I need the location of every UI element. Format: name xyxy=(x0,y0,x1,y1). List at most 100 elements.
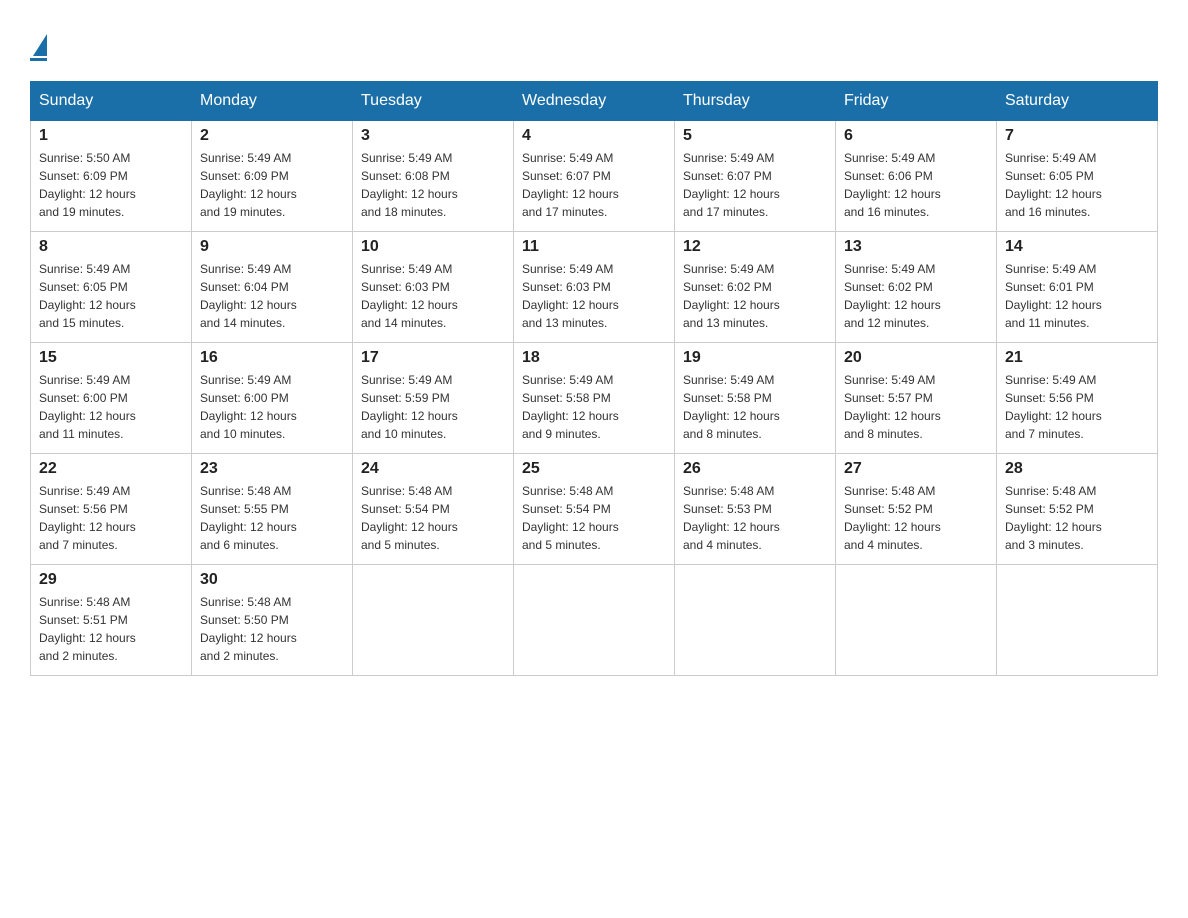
calendar-day-cell: 28 Sunrise: 5:48 AM Sunset: 5:52 PM Dayl… xyxy=(997,454,1158,565)
day-info: Sunrise: 5:49 AM Sunset: 6:07 PM Dayligh… xyxy=(522,149,666,221)
calendar-week-row: 29 Sunrise: 5:48 AM Sunset: 5:51 PM Dayl… xyxy=(31,565,1158,676)
logo-underline xyxy=(30,58,47,61)
calendar-day-cell: 10 Sunrise: 5:49 AM Sunset: 6:03 PM Dayl… xyxy=(353,232,514,343)
calendar-day-cell: 13 Sunrise: 5:49 AM Sunset: 6:02 PM Dayl… xyxy=(836,232,997,343)
logo-triangle-icon xyxy=(33,34,47,56)
weekday-header-sunday: Sunday xyxy=(31,82,192,121)
logo xyxy=(30,30,47,61)
day-info: Sunrise: 5:50 AM Sunset: 6:09 PM Dayligh… xyxy=(39,149,183,221)
calendar-day-cell: 29 Sunrise: 5:48 AM Sunset: 5:51 PM Dayl… xyxy=(31,565,192,676)
calendar-day-cell: 4 Sunrise: 5:49 AM Sunset: 6:07 PM Dayli… xyxy=(514,121,675,232)
calendar-day-cell: 25 Sunrise: 5:48 AM Sunset: 5:54 PM Dayl… xyxy=(514,454,675,565)
day-info: Sunrise: 5:49 AM Sunset: 6:05 PM Dayligh… xyxy=(39,260,183,332)
day-number: 2 xyxy=(200,127,344,145)
day-info: Sunrise: 5:49 AM Sunset: 6:09 PM Dayligh… xyxy=(200,149,344,221)
calendar-day-cell xyxy=(675,565,836,676)
weekday-header-saturday: Saturday xyxy=(997,82,1158,121)
day-info: Sunrise: 5:49 AM Sunset: 6:02 PM Dayligh… xyxy=(683,260,827,332)
calendar-day-cell: 20 Sunrise: 5:49 AM Sunset: 5:57 PM Dayl… xyxy=(836,343,997,454)
day-info: Sunrise: 5:49 AM Sunset: 6:06 PM Dayligh… xyxy=(844,149,988,221)
day-info: Sunrise: 5:49 AM Sunset: 5:56 PM Dayligh… xyxy=(1005,371,1149,443)
day-number: 16 xyxy=(200,349,344,367)
day-info: Sunrise: 5:49 AM Sunset: 6:00 PM Dayligh… xyxy=(39,371,183,443)
day-number: 14 xyxy=(1005,238,1149,256)
calendar-day-cell: 19 Sunrise: 5:49 AM Sunset: 5:58 PM Dayl… xyxy=(675,343,836,454)
day-number: 19 xyxy=(683,349,827,367)
day-info: Sunrise: 5:49 AM Sunset: 6:00 PM Dayligh… xyxy=(200,371,344,443)
calendar-day-cell: 9 Sunrise: 5:49 AM Sunset: 6:04 PM Dayli… xyxy=(192,232,353,343)
calendar-day-cell: 2 Sunrise: 5:49 AM Sunset: 6:09 PM Dayli… xyxy=(192,121,353,232)
day-number: 21 xyxy=(1005,349,1149,367)
day-number: 20 xyxy=(844,349,988,367)
day-info: Sunrise: 5:48 AM Sunset: 5:55 PM Dayligh… xyxy=(200,482,344,554)
calendar-day-cell: 12 Sunrise: 5:49 AM Sunset: 6:02 PM Dayl… xyxy=(675,232,836,343)
day-info: Sunrise: 5:48 AM Sunset: 5:54 PM Dayligh… xyxy=(361,482,505,554)
day-number: 28 xyxy=(1005,460,1149,478)
day-number: 3 xyxy=(361,127,505,145)
day-number: 8 xyxy=(39,238,183,256)
weekday-header-tuesday: Tuesday xyxy=(353,82,514,121)
weekday-header-friday: Friday xyxy=(836,82,997,121)
weekday-header-row: SundayMondayTuesdayWednesdayThursdayFrid… xyxy=(31,82,1158,121)
weekday-header-wednesday: Wednesday xyxy=(514,82,675,121)
day-info: Sunrise: 5:49 AM Sunset: 6:03 PM Dayligh… xyxy=(361,260,505,332)
day-info: Sunrise: 5:48 AM Sunset: 5:52 PM Dayligh… xyxy=(844,482,988,554)
day-number: 1 xyxy=(39,127,183,145)
calendar-day-cell: 15 Sunrise: 5:49 AM Sunset: 6:00 PM Dayl… xyxy=(31,343,192,454)
calendar-day-cell: 5 Sunrise: 5:49 AM Sunset: 6:07 PM Dayli… xyxy=(675,121,836,232)
calendar-week-row: 8 Sunrise: 5:49 AM Sunset: 6:05 PM Dayli… xyxy=(31,232,1158,343)
day-number: 6 xyxy=(844,127,988,145)
day-number: 24 xyxy=(361,460,505,478)
calendar-day-cell: 17 Sunrise: 5:49 AM Sunset: 5:59 PM Dayl… xyxy=(353,343,514,454)
calendar-day-cell: 11 Sunrise: 5:49 AM Sunset: 6:03 PM Dayl… xyxy=(514,232,675,343)
calendar-day-cell: 24 Sunrise: 5:48 AM Sunset: 5:54 PM Dayl… xyxy=(353,454,514,565)
day-info: Sunrise: 5:49 AM Sunset: 5:56 PM Dayligh… xyxy=(39,482,183,554)
day-info: Sunrise: 5:49 AM Sunset: 6:03 PM Dayligh… xyxy=(522,260,666,332)
calendar-day-cell: 21 Sunrise: 5:49 AM Sunset: 5:56 PM Dayl… xyxy=(997,343,1158,454)
calendar-day-cell: 7 Sunrise: 5:49 AM Sunset: 6:05 PM Dayli… xyxy=(997,121,1158,232)
day-number: 5 xyxy=(683,127,827,145)
calendar-day-cell: 3 Sunrise: 5:49 AM Sunset: 6:08 PM Dayli… xyxy=(353,121,514,232)
day-info: Sunrise: 5:49 AM Sunset: 6:07 PM Dayligh… xyxy=(683,149,827,221)
day-number: 9 xyxy=(200,238,344,256)
calendar-day-cell: 18 Sunrise: 5:49 AM Sunset: 5:58 PM Dayl… xyxy=(514,343,675,454)
day-number: 15 xyxy=(39,349,183,367)
calendar-day-cell xyxy=(836,565,997,676)
calendar-week-row: 22 Sunrise: 5:49 AM Sunset: 5:56 PM Dayl… xyxy=(31,454,1158,565)
calendar-day-cell: 22 Sunrise: 5:49 AM Sunset: 5:56 PM Dayl… xyxy=(31,454,192,565)
day-number: 4 xyxy=(522,127,666,145)
day-number: 11 xyxy=(522,238,666,256)
day-info: Sunrise: 5:49 AM Sunset: 6:01 PM Dayligh… xyxy=(1005,260,1149,332)
day-number: 10 xyxy=(361,238,505,256)
day-number: 29 xyxy=(39,571,183,589)
day-info: Sunrise: 5:48 AM Sunset: 5:50 PM Dayligh… xyxy=(200,593,344,665)
calendar-day-cell xyxy=(514,565,675,676)
day-info: Sunrise: 5:49 AM Sunset: 6:04 PM Dayligh… xyxy=(200,260,344,332)
calendar-day-cell: 16 Sunrise: 5:49 AM Sunset: 6:00 PM Dayl… xyxy=(192,343,353,454)
day-info: Sunrise: 5:49 AM Sunset: 5:58 PM Dayligh… xyxy=(683,371,827,443)
day-info: Sunrise: 5:49 AM Sunset: 5:58 PM Dayligh… xyxy=(522,371,666,443)
calendar-day-cell: 6 Sunrise: 5:49 AM Sunset: 6:06 PM Dayli… xyxy=(836,121,997,232)
day-number: 7 xyxy=(1005,127,1149,145)
day-number: 30 xyxy=(200,571,344,589)
day-info: Sunrise: 5:48 AM Sunset: 5:53 PM Dayligh… xyxy=(683,482,827,554)
day-info: Sunrise: 5:48 AM Sunset: 5:54 PM Dayligh… xyxy=(522,482,666,554)
day-number: 22 xyxy=(39,460,183,478)
day-number: 13 xyxy=(844,238,988,256)
weekday-header-thursday: Thursday xyxy=(675,82,836,121)
calendar-table: SundayMondayTuesdayWednesdayThursdayFrid… xyxy=(30,81,1158,676)
calendar-week-row: 1 Sunrise: 5:50 AM Sunset: 6:09 PM Dayli… xyxy=(31,121,1158,232)
day-number: 27 xyxy=(844,460,988,478)
calendar-day-cell xyxy=(353,565,514,676)
day-number: 17 xyxy=(361,349,505,367)
calendar-day-cell: 8 Sunrise: 5:49 AM Sunset: 6:05 PM Dayli… xyxy=(31,232,192,343)
day-number: 12 xyxy=(683,238,827,256)
day-info: Sunrise: 5:49 AM Sunset: 5:59 PM Dayligh… xyxy=(361,371,505,443)
calendar-day-cell: 30 Sunrise: 5:48 AM Sunset: 5:50 PM Dayl… xyxy=(192,565,353,676)
day-number: 25 xyxy=(522,460,666,478)
day-info: Sunrise: 5:49 AM Sunset: 6:05 PM Dayligh… xyxy=(1005,149,1149,221)
calendar-day-cell: 27 Sunrise: 5:48 AM Sunset: 5:52 PM Dayl… xyxy=(836,454,997,565)
weekday-header-monday: Monday xyxy=(192,82,353,121)
day-info: Sunrise: 5:49 AM Sunset: 6:02 PM Dayligh… xyxy=(844,260,988,332)
day-number: 23 xyxy=(200,460,344,478)
